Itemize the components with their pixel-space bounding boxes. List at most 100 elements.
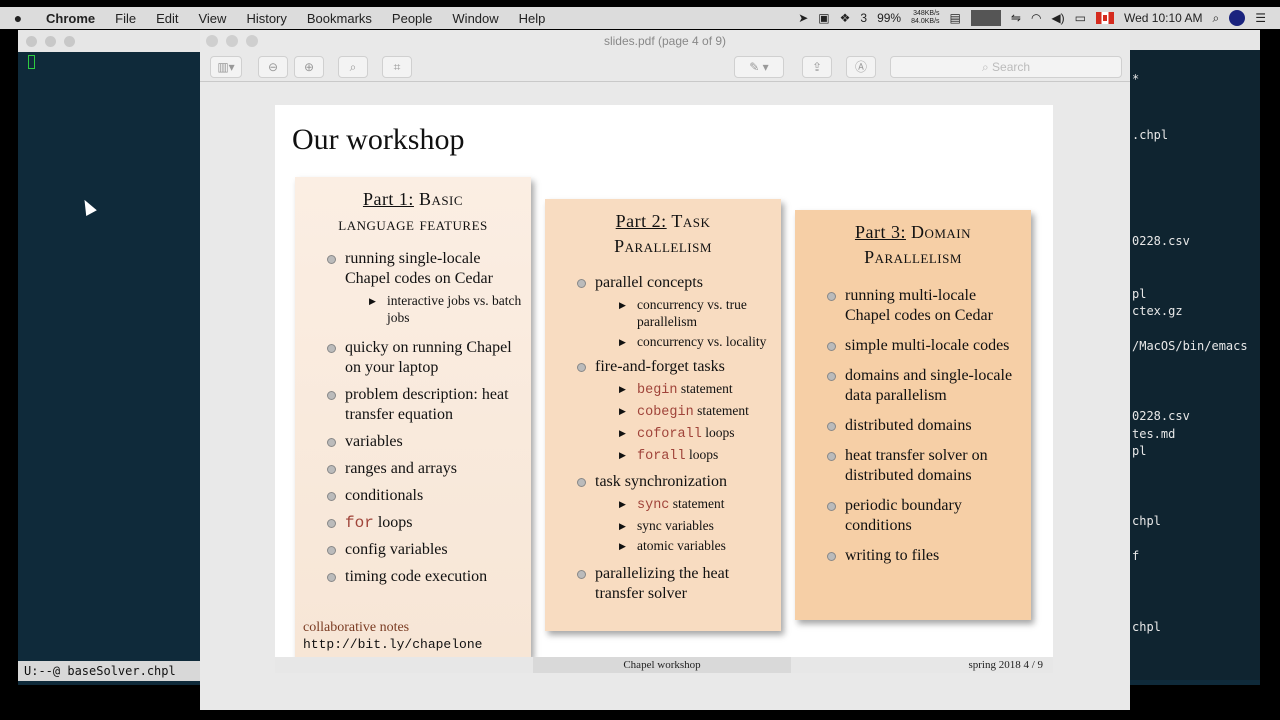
listing-line: pl: [1132, 287, 1147, 301]
minimize-icon[interactable]: [45, 36, 56, 47]
slide-title: Our workshop: [292, 123, 465, 156]
notes-label: collaborative notes: [303, 620, 410, 635]
battery-percent[interactable]: 99%: [877, 11, 901, 25]
notes-link[interactable]: http://bit.ly/chapelone: [303, 636, 482, 653]
document-area[interactable]: Our workshop Part 1: Basic language feat…: [200, 82, 1130, 710]
dropbox-icon[interactable]: ❖: [840, 11, 851, 25]
part3-card: Part 3: Domain Parallelism running multi…: [795, 210, 1031, 620]
list-item: writing to files: [795, 546, 1031, 566]
list-item: config variables: [295, 540, 531, 560]
sub-item: forall loops: [545, 446, 781, 465]
list-item: parallel concepts: [545, 273, 781, 293]
airplay-icon[interactable]: ⇋: [1011, 11, 1021, 25]
menu-file[interactable]: File: [105, 11, 146, 26]
cursor-tool-icon[interactable]: ➤: [798, 11, 808, 25]
list-item: distributed domains: [795, 416, 1031, 436]
zoom-icon[interactable]: [246, 35, 258, 47]
list-item: problem description: heat transfer equat…: [295, 385, 531, 425]
slide-footer: Chapel workshop spring 2018 4 / 9: [275, 657, 1053, 673]
list-item: task synchronization: [545, 472, 781, 492]
list-item: variables: [295, 432, 531, 452]
volume-icon[interactable]: ◀): [1051, 11, 1064, 25]
menu-people[interactable]: People: [382, 11, 442, 26]
list-item: simple multi-locale codes: [795, 336, 1031, 356]
footer-title: Chapel workshop: [533, 657, 791, 673]
listing-line: 0228.csv: [1132, 234, 1190, 248]
sidebar-toggle-icon[interactable]: ▥▾: [210, 56, 242, 78]
listing-line: /MacOS/bin/emacs: [1132, 339, 1248, 353]
list-item: periodic boundary conditions: [795, 496, 1031, 536]
menu-history[interactable]: History: [236, 11, 296, 26]
list-item: timing code execution: [295, 567, 531, 587]
clock[interactable]: Wed 10:10 AM: [1124, 11, 1203, 25]
menu-window[interactable]: Window: [442, 11, 508, 26]
preview-window: slides.pdf (page 4 of 9) ▥▾ ⊖ ⊕ ⌕ ⌗ ✎ ▾ …: [200, 30, 1130, 710]
search-input[interactable]: ⌕ Search: [890, 56, 1122, 78]
preview-titlebar: slides.pdf (page 4 of 9): [200, 30, 1130, 52]
part1-title: Part 1: Basic language features: [338, 189, 488, 234]
zoom-out-icon[interactable]: ⊖: [258, 56, 288, 78]
user-avatar[interactable]: [1229, 10, 1246, 26]
listing-line: tes.md: [1132, 427, 1176, 441]
listing-line: chpl: [1132, 514, 1161, 528]
sub-item: atomic variables: [545, 537, 781, 555]
window-title[interactable]: slides.pdf (page 4 of 9): [604, 34, 726, 48]
listing-line: f: [1132, 549, 1140, 563]
menu-bookmarks[interactable]: Bookmarks: [297, 11, 382, 26]
spotlight-search-icon[interactable]: ⌕: [1213, 11, 1220, 26]
menu-edit[interactable]: Edit: [146, 11, 188, 26]
listing-line: .chpl: [1132, 128, 1169, 142]
list-item: heat transfer solver on distributed doma…: [795, 446, 1031, 486]
markup-pen-icon[interactable]: ✎ ▾: [734, 56, 784, 78]
share-icon[interactable]: ⇪: [802, 56, 832, 78]
wifi-icon[interactable]: ◠: [1031, 11, 1041, 25]
listing-line: chpl: [1132, 620, 1161, 634]
list-item: ranges and arrays: [295, 459, 531, 479]
sub-item: concurrency vs. true parallelism: [545, 296, 781, 330]
magnifier-icon[interactable]: ⌕: [338, 56, 368, 78]
footer-page: spring 2018 4 / 9: [791, 657, 1053, 673]
crop-icon[interactable]: ⌗: [382, 56, 412, 78]
sub-item: begin statement: [545, 380, 781, 399]
notification-count[interactable]: 3: [860, 11, 867, 25]
list-item: for loops: [295, 513, 531, 533]
close-icon[interactable]: [26, 36, 37, 47]
part1-card: Part 1: Basic language features running …: [295, 177, 531, 657]
list-item: running multi-locale Chapel codes on Ced…: [795, 286, 1031, 326]
sub-item: concurrency vs. locality: [545, 333, 781, 351]
sub-item: sync statement: [545, 495, 781, 514]
sub-item: coforall loops: [545, 424, 781, 443]
listing-line: *: [1132, 72, 1140, 86]
zoom-in-icon[interactable]: ⊕: [294, 56, 324, 78]
status-area: ➤ ▣ ❖ 3 99% 348KB/s 84.0KB/s ▤ ⇋ ◠ ◀) ▭ W…: [798, 10, 1280, 26]
close-icon[interactable]: [206, 35, 218, 47]
sub-item: sync variables: [545, 517, 781, 535]
part2-title: Part 2: Task Parallelism: [614, 211, 712, 256]
menu-app-chrome[interactable]: Chrome: [36, 11, 105, 26]
display-icon[interactable]: ▤: [950, 11, 961, 25]
menu-help[interactable]: Help: [509, 11, 556, 26]
screen-icon[interactable]: ▣: [818, 11, 829, 25]
minimize-icon[interactable]: [226, 35, 238, 47]
canada-flag-icon[interactable]: [1096, 12, 1114, 24]
menu-view[interactable]: View: [188, 11, 236, 26]
listing-line: ctex.gz: [1132, 304, 1183, 318]
part3-title: Part 3: Domain Parallelism: [854, 222, 972, 267]
network-speed: 348KB/s 84.0KB/s: [911, 10, 940, 25]
list-item: running single-locale Chapel codes on Ce…: [295, 249, 531, 289]
collaborative-notes: collaborative notes http://bit.ly/chapel…: [303, 619, 482, 653]
apple-icon[interactable]: ●: [0, 10, 36, 26]
slide-page: Our workshop Part 1: Basic language feat…: [275, 105, 1053, 673]
listing-line: pl: [1132, 444, 1147, 458]
sub-item: interactive jobs vs. batch jobs: [295, 292, 531, 326]
annotate-icon[interactable]: Ⓐ: [846, 56, 876, 78]
list-item: quicky on running Chapel on your laptop: [295, 338, 531, 378]
zoom-icon[interactable]: [64, 36, 75, 47]
notification-center-icon[interactable]: ☰: [1255, 11, 1266, 25]
preview-toolbar: ▥▾ ⊖ ⊕ ⌕ ⌗ ✎ ▾ ⇪ Ⓐ ⌕ Search: [200, 52, 1130, 82]
battery-icon[interactable]: ▭: [1075, 11, 1086, 25]
list-item: fire-and-forget tasks: [545, 357, 781, 377]
list-item: domains and single-locale data paralleli…: [795, 366, 1031, 406]
emacs-modeline: U:--@ baseSolver.chpl: [18, 661, 200, 681]
menubar-widget[interactable]: [970, 10, 1001, 26]
